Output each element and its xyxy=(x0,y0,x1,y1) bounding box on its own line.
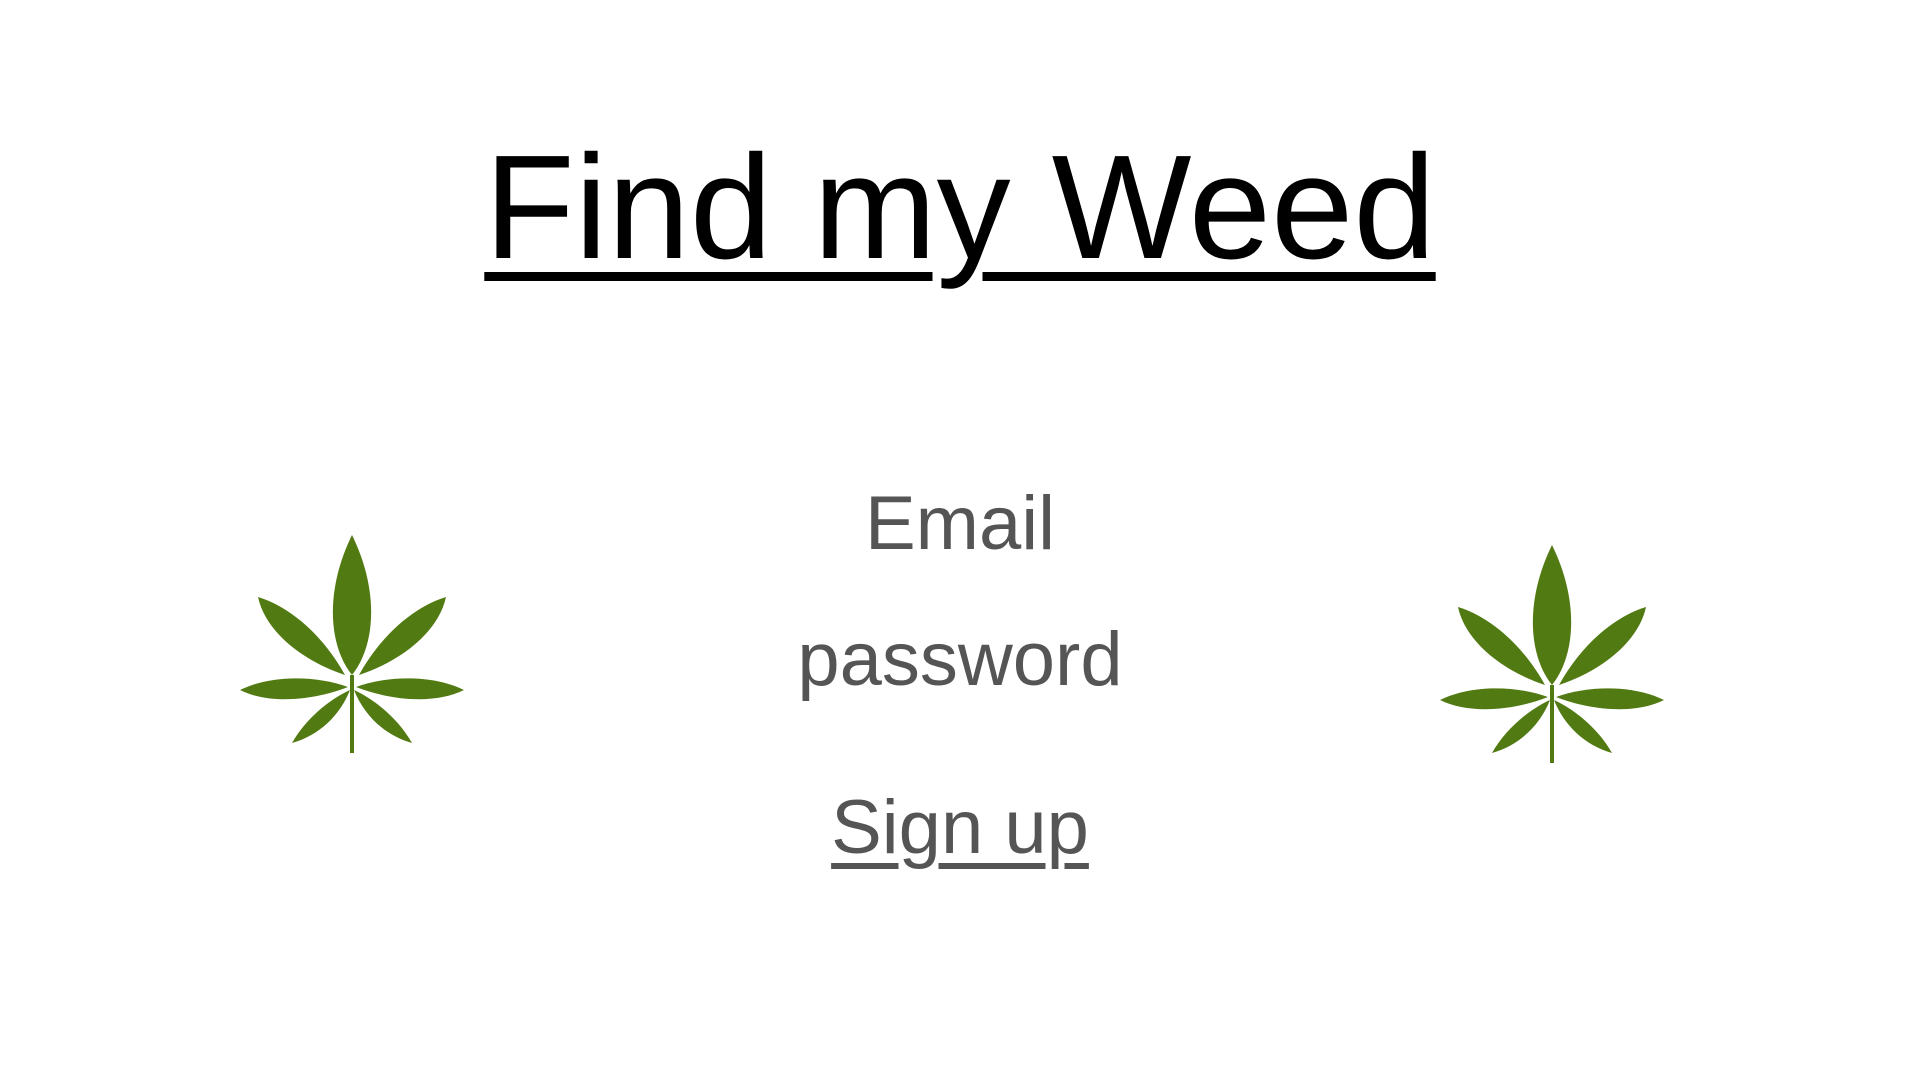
password-field[interactable]: password xyxy=(0,622,1920,698)
email-field[interactable]: Email xyxy=(0,486,1920,562)
email-label: Email xyxy=(864,481,1056,566)
password-label: password xyxy=(797,617,1123,702)
signup-link[interactable]: Sign up xyxy=(831,785,1089,870)
page-title: Find my Weed xyxy=(0,134,1920,282)
page-title-text: Find my Weed xyxy=(484,125,1436,290)
signup-container: Sign up xyxy=(0,790,1920,866)
